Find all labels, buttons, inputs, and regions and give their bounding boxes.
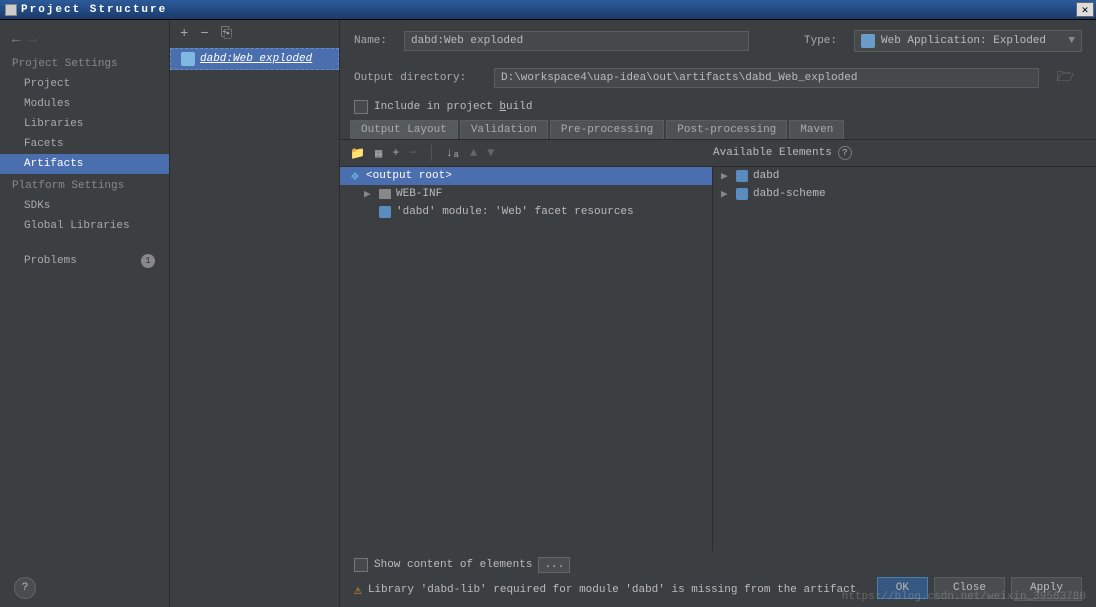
sidebar-item-global-libraries[interactable]: Global Libraries <box>0 216 169 236</box>
sidebar: ← → Project Settings Project Modules Lib… <box>0 20 170 607</box>
help-icon[interactable]: ? <box>838 146 852 160</box>
folder-icon <box>378 187 392 201</box>
tab-post-processing[interactable]: Post-processing <box>666 120 787 139</box>
window-title: Project Structure <box>21 4 167 16</box>
artifact-list-item[interactable]: dabd:Web exploded <box>170 48 339 70</box>
sidebar-item-facets[interactable]: Facets <box>0 134 169 154</box>
sidebar-item-problems[interactable]: Problems 1 <box>0 250 169 272</box>
tab-validation[interactable]: Validation <box>460 120 548 139</box>
expand-icon[interactable]: ▶ <box>721 187 731 201</box>
move-down-icon[interactable]: ▼ <box>487 146 494 160</box>
type-select[interactable]: Web Application: Exploded ▼ <box>854 30 1082 52</box>
type-value: Web Application: Exploded <box>881 35 1046 47</box>
output-root-node[interactable]: ❖ <output root> <box>340 167 712 185</box>
expand-icon[interactable]: ▶ <box>721 169 731 183</box>
browse-folder-icon[interactable]: 🗁 <box>1049 66 1082 90</box>
output-dir-label: Output directory: <box>354 72 484 84</box>
section-platform-settings: Platform Settings <box>0 174 169 196</box>
available-item-dabd[interactable]: ▶ dabd <box>713 167 1096 185</box>
artifact-icon <box>181 52 195 66</box>
nav-forward-icon[interactable]: → <box>28 32 36 48</box>
show-content-checkbox[interactable] <box>354 558 368 572</box>
name-label: Name: <box>354 35 394 47</box>
apply-button[interactable]: Apply <box>1011 577 1082 599</box>
tab-output-layout[interactable]: Output Layout <box>350 120 458 139</box>
show-content-label: Show content of elements <box>374 559 532 571</box>
facet-resources-node[interactable]: 'dabd' module: 'Web' facet resources <box>340 203 712 221</box>
facet-icon <box>378 205 392 219</box>
problems-label: Problems <box>24 255 77 267</box>
tab-pre-processing[interactable]: Pre-processing <box>550 120 664 139</box>
title-bar: Project Structure ✕ <box>0 0 1096 20</box>
sidebar-item-sdks[interactable]: SDKs <box>0 196 169 216</box>
output-root-icon: ❖ <box>348 169 362 183</box>
remove-icon[interactable]: − <box>200 26 208 42</box>
add-icon[interactable]: + <box>180 26 188 42</box>
output-tree: ❖ <output root> ▶ WEB-INF 'dabd' module:… <box>340 167 713 551</box>
webinf-node[interactable]: ▶ WEB-INF <box>340 185 712 203</box>
move-up-icon[interactable]: ▲ <box>470 146 477 160</box>
include-in-build-checkbox[interactable] <box>354 100 368 114</box>
artifacts-list-panel: + − ⎘ dabd:Web exploded <box>170 20 340 607</box>
new-archive-icon[interactable]: ▦ <box>375 146 382 161</box>
close-button[interactable]: ✕ <box>1076 2 1094 17</box>
sort-icon[interactable]: ↓ₐ <box>446 146 460 160</box>
details-panel: Name: Type: Web Application: Exploded ▼ … <box>340 20 1096 607</box>
nav-back-icon[interactable]: ← <box>12 32 20 48</box>
copy-icon[interactable]: ⎘ <box>221 26 232 42</box>
name-input[interactable] <box>404 31 749 51</box>
type-icon <box>861 34 875 48</box>
new-folder-icon[interactable]: 📁 <box>350 146 365 161</box>
type-label: Type: <box>804 35 844 47</box>
available-elements-label: Available Elements <box>713 147 832 159</box>
close-button[interactable]: Close <box>934 577 1005 599</box>
ok-button[interactable]: OK <box>877 577 928 599</box>
sidebar-item-modules[interactable]: Modules <box>0 94 169 114</box>
help-button[interactable]: ? <box>14 577 36 599</box>
configure-content-button[interactable]: ... <box>538 557 570 573</box>
module-icon <box>735 169 749 183</box>
app-icon <box>5 4 17 16</box>
warning-icon: ⚠ <box>354 583 362 598</box>
add-copy-icon[interactable]: + <box>392 146 399 160</box>
module-icon <box>735 187 749 201</box>
warning-text: Library 'dabd-lib' required for module '… <box>368 584 856 596</box>
expand-icon[interactable]: ▶ <box>364 187 374 201</box>
sidebar-item-libraries[interactable]: Libraries <box>0 114 169 134</box>
include-in-build-label: Include in project build <box>374 101 532 113</box>
tab-maven[interactable]: Maven <box>789 120 844 139</box>
sidebar-item-project[interactable]: Project <box>0 74 169 94</box>
problems-count-badge: 1 <box>141 254 155 268</box>
available-item-dabd-scheme[interactable]: ▶ dabd-scheme <box>713 185 1096 203</box>
artifact-name-label: dabd:Web exploded <box>200 53 312 65</box>
chevron-down-icon: ▼ <box>1068 35 1075 47</box>
available-tree: ▶ dabd ▶ dabd-scheme <box>713 167 1096 551</box>
sidebar-item-artifacts[interactable]: Artifacts <box>0 154 169 174</box>
tabs: Output Layout Validation Pre-processing … <box>340 120 1096 140</box>
output-dir-input[interactable] <box>494 68 1039 88</box>
section-project-settings: Project Settings <box>0 52 169 74</box>
remove-item-icon[interactable]: − <box>409 146 416 160</box>
